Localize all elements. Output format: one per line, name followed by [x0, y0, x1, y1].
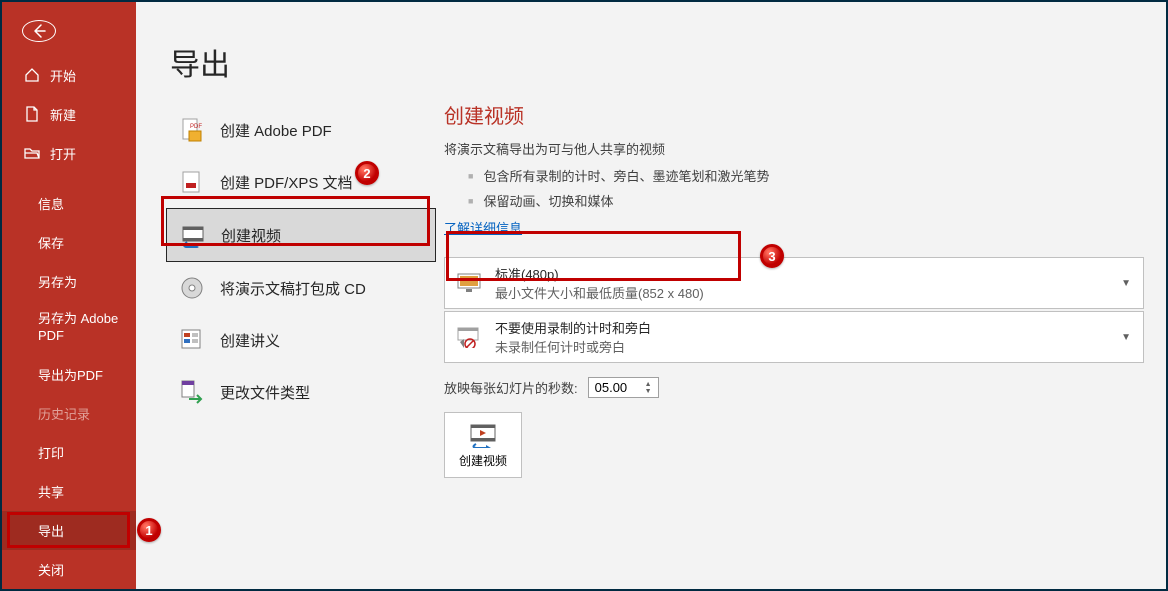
document-icon	[24, 106, 40, 122]
main-content: 导出 PDF 创建 Adobe PDF 创建 PDF/XPS 文档 创建视频 将…	[136, 2, 1166, 589]
dd-line1: 标准(480p)	[495, 264, 704, 283]
nav-label: 打开	[50, 144, 76, 163]
export-label: 创建 PDF/XPS 文档	[220, 172, 353, 193]
chevron-down-icon: ▼	[1121, 332, 1131, 343]
change-type-icon	[178, 378, 206, 406]
export-list: PDF 创建 Adobe PDF 创建 PDF/XPS 文档 创建视频 将演示文…	[166, 104, 436, 589]
detail-pane: 创建视频 将演示文稿导出为可与他人共享的视频 包含所有录制的计时、旁白、墨迹笔划…	[436, 42, 1166, 589]
cd-icon	[178, 274, 206, 302]
nav-home[interactable]: 开始	[2, 56, 136, 95]
create-button-label: 创建视频	[459, 452, 507, 469]
video-create-icon	[468, 422, 498, 448]
export-label: 将演示文稿打包成 CD	[220, 278, 366, 299]
nav-saveas-adobe-pdf[interactable]: 另存为 Adobe PDF	[2, 301, 136, 355]
nav-label: 新建	[50, 105, 76, 124]
seconds-input[interactable]	[595, 380, 639, 395]
nav-info[interactable]: 信息	[2, 184, 136, 223]
dd-line2: 未录制任何计时或旁白	[495, 337, 651, 356]
bullet-1: 包含所有录制的计时、旁白、墨迹笔划和激光笔势	[444, 166, 1156, 185]
home-icon	[24, 67, 40, 83]
detail-subtitle: 将演示文稿导出为可与他人共享的视频	[444, 139, 1156, 158]
seconds-label: 放映每张幻灯片的秒数:	[444, 378, 578, 397]
nav-export[interactable]: 导出	[2, 511, 136, 550]
back-button[interactable]	[22, 20, 56, 42]
svg-text:PDF: PDF	[190, 124, 202, 130]
quality-dropdown[interactable]: 标准(480p) 最小文件大小和最低质量(852 x 480) ▼	[444, 257, 1144, 309]
sidebar: 开始 新建 打开 信息 保存 另存为 另存为 Adobe PDF 导出为PDF …	[2, 2, 136, 589]
folder-open-icon	[24, 145, 40, 161]
nav-new[interactable]: 新建	[2, 95, 136, 134]
detail-title: 创建视频	[444, 100, 1156, 129]
export-change-filetype[interactable]: 更改文件类型	[166, 366, 436, 418]
nav-label: 开始	[50, 66, 76, 85]
nav-share[interactable]: 共享	[2, 472, 136, 511]
dd-line1: 不要使用录制的计时和旁白	[495, 318, 651, 337]
nav-close[interactable]: 关闭	[2, 550, 136, 589]
export-package-cd[interactable]: 将演示文稿打包成 CD	[166, 262, 436, 314]
nav-saveas[interactable]: 另存为	[2, 262, 136, 301]
dd-line2: 最小文件大小和最低质量(852 x 480)	[495, 283, 704, 302]
bullet-2: 保留动画、切换和媒体	[444, 191, 1156, 210]
export-pdfxps[interactable]: 创建 PDF/XPS 文档	[166, 156, 436, 208]
create-video-button[interactable]: 创建视频	[444, 412, 522, 478]
nav-save[interactable]: 保存	[2, 223, 136, 262]
export-handouts[interactable]: 创建讲义	[166, 314, 436, 366]
learn-more-link[interactable]: 了解详细信息	[444, 221, 522, 236]
export-label: 创建视频	[221, 225, 281, 246]
export-label: 创建讲义	[220, 330, 280, 351]
handout-icon	[178, 326, 206, 354]
pdfxps-icon	[178, 168, 206, 196]
chevron-down-icon: ▼	[1121, 278, 1131, 289]
seconds-spinner[interactable]: ▲▼	[588, 377, 659, 398]
nav-print[interactable]: 打印	[2, 433, 136, 472]
pdf-icon: PDF	[178, 116, 206, 144]
export-label: 更改文件类型	[220, 382, 310, 403]
export-create-video[interactable]: 创建视频	[166, 208, 436, 262]
narration-icon	[455, 325, 483, 349]
narration-dropdown[interactable]: 不要使用录制的计时和旁白 未录制任何计时或旁白 ▼	[444, 311, 1144, 363]
monitor-icon	[455, 271, 483, 295]
page-title: 导出	[170, 40, 230, 84]
nav-export-pdf[interactable]: 导出为PDF	[2, 355, 136, 394]
export-label: 创建 Adobe PDF	[220, 120, 332, 141]
spinner-buttons[interactable]: ▲▼	[645, 381, 652, 395]
nav-history[interactable]: 历史记录	[2, 394, 136, 433]
video-icon	[179, 221, 207, 249]
export-adobe-pdf[interactable]: PDF 创建 Adobe PDF	[166, 104, 436, 156]
nav-open[interactable]: 打开	[2, 134, 136, 173]
